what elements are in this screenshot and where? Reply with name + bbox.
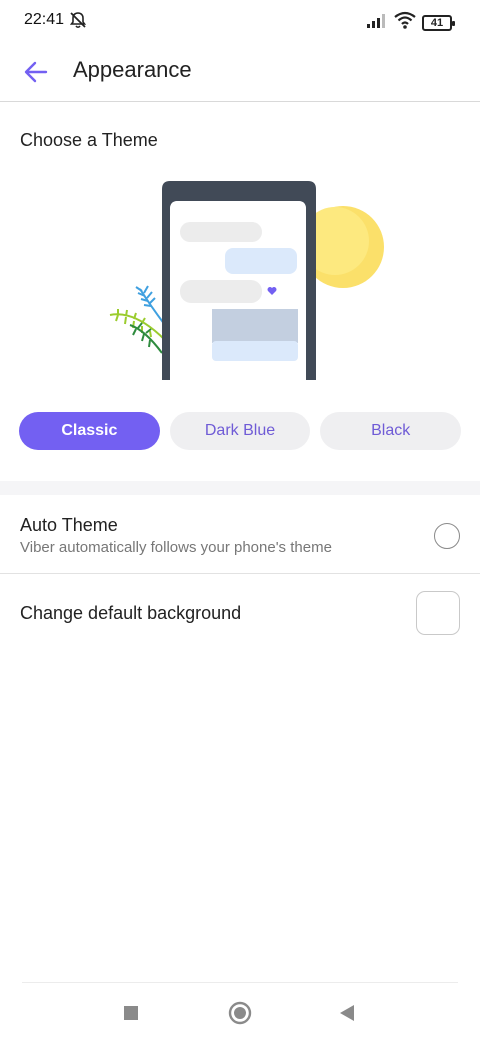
plant-leaves bbox=[109, 285, 166, 354]
status-time: 22:41 bbox=[24, 11, 65, 28]
theme-selector: Classic Dark Blue Black bbox=[19, 412, 462, 450]
page-title: Appearance bbox=[73, 57, 192, 82]
app-bar: Appearance bbox=[0, 44, 480, 102]
theme-preview-illustration bbox=[109, 181, 384, 380]
auto-theme-row[interactable]: Auto Theme Viber automatically follows y… bbox=[0, 497, 480, 574]
status-bar: 22:41 41 bbox=[0, 0, 480, 44]
chat-bubble bbox=[225, 248, 297, 274]
home-button[interactable] bbox=[226, 999, 254, 1027]
theme-section-title: Choose a Theme bbox=[20, 130, 158, 150]
section-divider bbox=[0, 481, 480, 495]
circle-icon bbox=[228, 1001, 252, 1025]
back-button[interactable] bbox=[18, 54, 54, 90]
chat-bubble bbox=[180, 280, 262, 303]
bell-off-icon bbox=[68, 10, 88, 35]
theme-option-dark-blue[interactable]: Dark Blue bbox=[169, 412, 311, 450]
auto-theme-title: Auto Theme bbox=[20, 515, 118, 535]
theme-option-classic[interactable]: Classic bbox=[19, 412, 160, 450]
chat-bubble bbox=[212, 341, 298, 361]
default-background-preview[interactable] bbox=[416, 591, 460, 635]
auto-theme-subtitle: Viber automatically follows your phone's… bbox=[20, 539, 332, 556]
signal-icon bbox=[366, 12, 388, 33]
theme-option-black[interactable]: Black bbox=[320, 412, 462, 450]
default-background-title: Change default background bbox=[20, 603, 242, 623]
recents-button[interactable] bbox=[117, 999, 145, 1027]
square-icon bbox=[124, 1006, 138, 1020]
status-icons: 41 bbox=[366, 11, 455, 34]
chat-bubble bbox=[180, 222, 262, 242]
auto-theme-radio[interactable] bbox=[434, 523, 460, 549]
default-background-row[interactable]: Change default background bbox=[0, 590, 480, 640]
wifi-icon bbox=[394, 11, 416, 34]
system-back-button[interactable] bbox=[333, 999, 361, 1027]
arrow-left-icon bbox=[24, 61, 48, 83]
system-nav-bar bbox=[22, 982, 458, 1040]
triangle-icon bbox=[340, 1005, 354, 1021]
image-bubble bbox=[212, 309, 298, 343]
battery-icon: 41 bbox=[422, 14, 455, 31]
